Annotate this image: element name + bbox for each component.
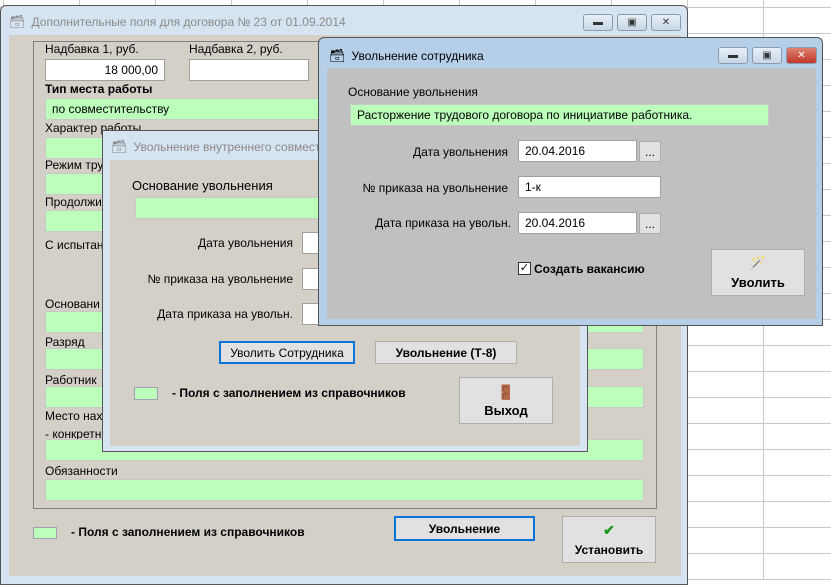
- front-window: 🗃 Увольнение сотрудника ▬ ▣ ✕ Основание у…: [318, 37, 823, 326]
- exit-button[interactable]: 🚪 Выход: [459, 377, 553, 424]
- app-icon: 🗃: [9, 14, 26, 29]
- data-prikaza-picker-button[interactable]: ...: [639, 213, 661, 234]
- magic-wand-icon: 🪄: [749, 255, 767, 270]
- exit-door-icon: 🚪: [497, 383, 515, 400]
- t8-button[interactable]: Увольнение (Т-8): [375, 341, 517, 364]
- vakansiya-checkbox[interactable]: ✓: [518, 262, 531, 275]
- middle-window-title: 🗃 Увольнение внутреннего совмест: [111, 139, 321, 154]
- mesto-label: Место нах: [45, 409, 103, 423]
- osnovanie-label: Основани: [45, 297, 100, 311]
- minimize-button[interactable]: ▬: [718, 47, 748, 64]
- rezhim-label: Режим тру: [45, 158, 104, 172]
- data-input[interactable]: 20.04.2016: [518, 140, 637, 162]
- app-icon: 🗃: [111, 139, 128, 154]
- uvolit-sotrudnika-button[interactable]: Уволить Сотрудника: [219, 341, 355, 364]
- data-label: Дата увольнения: [413, 145, 508, 159]
- nadbavka1-input[interactable]: 18 000,00: [45, 59, 165, 81]
- tip-label: Тип места работы: [45, 82, 153, 96]
- prikaz-label: № приказа на увольнение: [362, 181, 509, 195]
- osnovanie-label: Основание увольнения: [132, 178, 273, 193]
- legend-text: - Поля с заполнением из справочников: [71, 525, 305, 539]
- checkmark-icon: ✔: [603, 522, 615, 538]
- legend-swatch: [33, 527, 57, 539]
- prikaz-label: № приказа на увольнение: [147, 272, 294, 286]
- close-button[interactable]: ✕: [786, 47, 817, 64]
- nadbavka2-label: Надбавка 2, руб.: [189, 42, 283, 56]
- app-icon: 🗃: [329, 48, 346, 63]
- vakansiya-label: Создать вакансию: [534, 262, 645, 276]
- front-window-title: 🗃 Увольнение сотрудника: [329, 48, 484, 63]
- obyaz-input[interactable]: [45, 479, 644, 501]
- maximize-button[interactable]: ▣: [752, 47, 782, 64]
- prodolzh-label: Продолжи: [45, 195, 102, 209]
- legend-text: - Поля с заполнением из справочников: [172, 386, 406, 400]
- data-label: Дата увольнения: [198, 236, 293, 250]
- legend-swatch: [134, 387, 158, 400]
- osnovanie-label: Основание увольнения: [348, 85, 478, 99]
- uvolit-button[interactable]: 🪄 Уволить: [711, 249, 805, 296]
- data-prikaza-input[interactable]: 20.04.2016: [518, 212, 637, 234]
- rabotnik-label: Работник: [45, 373, 97, 387]
- osnovanie-input[interactable]: Расторжение трудового договора по инициа…: [350, 104, 769, 126]
- razryad-label: Разряд: [45, 335, 85, 349]
- nadbavka2-input[interactable]: [189, 59, 309, 81]
- nadbavka1-label: Надбавка 1, руб.: [45, 42, 139, 56]
- data-picker-button[interactable]: ...: [639, 141, 661, 162]
- front-client: Основание увольнения Расторжение трудово…: [327, 68, 816, 319]
- minimize-button[interactable]: ▬: [583, 14, 613, 31]
- obyaz-label: Обязанности: [45, 464, 118, 478]
- close-button[interactable]: ✕: [651, 14, 681, 31]
- uvolnenie-button[interactable]: Увольнение: [394, 516, 535, 541]
- data-prikaza-label: Дата приказа на увольн.: [375, 216, 511, 230]
- main-window-title: 🗃 Дополнительные поля для договора № 23 о…: [9, 14, 346, 29]
- ustanovit-button[interactable]: ✔ Установить: [562, 516, 656, 563]
- maximize-button[interactable]: ▣: [617, 14, 647, 31]
- ispytan-label: С испытан: [45, 238, 104, 252]
- data-prikaza-label: Дата приказа на увольн.: [157, 307, 293, 321]
- prikaz-input[interactable]: 1-к: [518, 176, 661, 198]
